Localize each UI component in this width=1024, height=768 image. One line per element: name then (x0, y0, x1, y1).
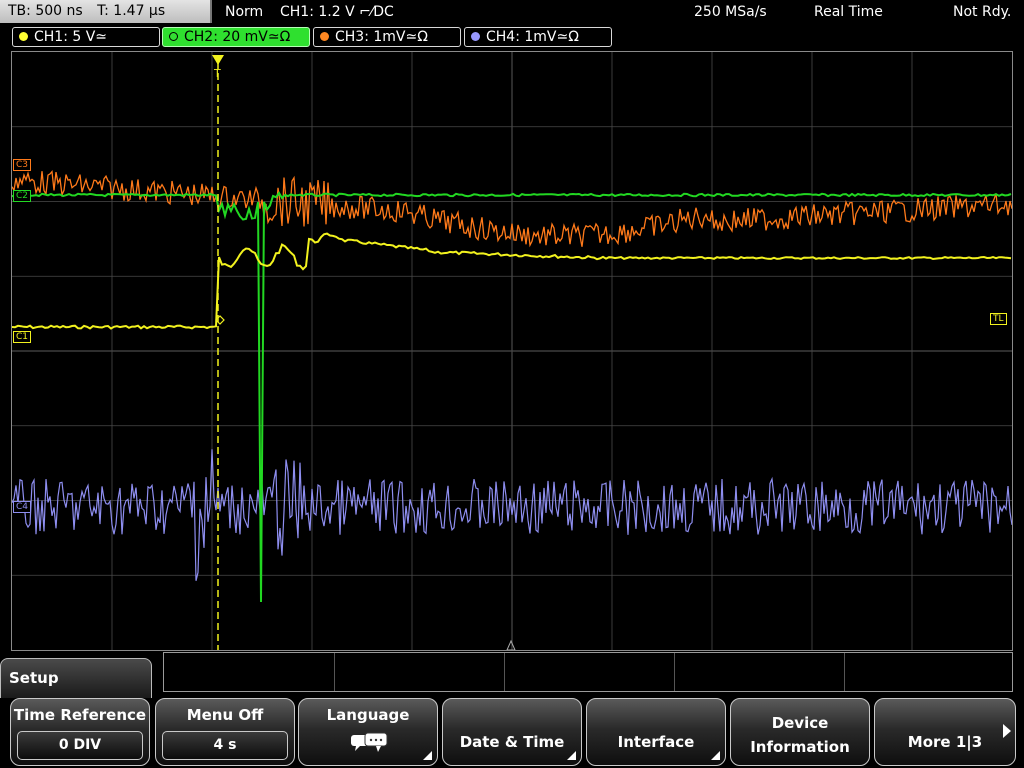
horizontal-center-marker (506, 639, 516, 650)
trigger-time-value: T: 1.47 µs (97, 3, 166, 19)
device-information-button[interactable]: Device Information (730, 698, 870, 766)
menu-off-button[interactable]: Menu Off 4 s (155, 698, 295, 766)
ch3-color-dot (320, 32, 329, 41)
info-strip (163, 652, 1013, 692)
trigger-position-label: T (213, 67, 221, 80)
more-label: More 1|3 (907, 733, 983, 751)
strip-divider (844, 653, 845, 691)
device-information-line2: Information (750, 738, 850, 756)
right-arrow-icon (1003, 724, 1011, 738)
submenu-indicator-icon (711, 751, 720, 760)
language-label: Language (326, 706, 410, 724)
ch1-color-dot (19, 32, 28, 41)
device-information-label: Device Information (731, 711, 869, 759)
date-time-button[interactable]: Date & Time (442, 698, 582, 766)
time-reference-value[interactable]: 0 DIV (17, 731, 143, 760)
time-reference-label: Time Reference (13, 706, 147, 724)
submenu-indicator-icon (423, 751, 432, 760)
waveform-canvas: T (12, 52, 1012, 650)
sample-rate: 250 MSa/s (694, 4, 767, 20)
submenu-indicator-icon (567, 751, 576, 760)
channel-tab-ch1[interactable]: CH1: 5 V≃ (12, 27, 160, 47)
interface-button[interactable]: Interface (586, 698, 726, 766)
ch1-ground-marker[interactable]: C1 (13, 331, 32, 343)
timebase-value: TB: 500 ns (8, 3, 83, 19)
strip-divider (674, 653, 675, 691)
interface-label: Interface (617, 733, 695, 751)
more-button[interactable]: More 1|3 (874, 698, 1016, 766)
date-time-label: Date & Time (459, 733, 565, 751)
ch3-ground-marker[interactable]: C3 (13, 159, 32, 171)
graticule (12, 52, 1012, 650)
ch3-label: CH3: 1mV≃Ω (335, 29, 428, 45)
ch4-ground-marker[interactable]: C4 (13, 501, 32, 513)
ch2-color-dot (169, 32, 178, 41)
speech-bubbles-icon (351, 732, 388, 752)
ch2-label: CH2: 20 mV≃Ω (184, 29, 291, 45)
ch1-label: CH1: 5 V≃ (34, 29, 108, 45)
channel-tab-ch4[interactable]: CH4: 1mV≃Ω (464, 27, 612, 47)
trigger-mode[interactable]: Norm (225, 0, 263, 24)
channel-tab-ch3[interactable]: CH3: 1mV≃Ω (313, 27, 461, 47)
strip-divider (334, 653, 335, 691)
channel-tab-ch2[interactable]: CH2: 20 mV≃Ω (162, 27, 310, 47)
trigger-info[interactable]: CH1: 1.2 V ⌐⁄DC (280, 0, 394, 24)
timebase-box[interactable]: TB: 500 ns T: 1.47 µs (0, 0, 212, 23)
ch4-label: CH4: 1mV≃Ω (486, 29, 579, 45)
ready-state: Not Rdy. (953, 4, 1012, 20)
menu-title-setup: Setup (0, 658, 152, 698)
menu-off-value[interactable]: 4 s (162, 731, 288, 760)
acquisition-mode: Real Time (814, 4, 883, 20)
menu-off-label: Menu Off (186, 706, 264, 724)
trigger-position-arrow[interactable] (212, 55, 224, 65)
language-button[interactable]: Language (298, 698, 438, 766)
trigger-level-marker[interactable]: TL (990, 313, 1007, 325)
time-reference-button[interactable]: Time Reference 0 DIV (10, 698, 150, 766)
waveform-display[interactable]: T C3 C2 C1 C4 TL (11, 51, 1013, 651)
ch4-color-dot (471, 32, 480, 41)
ch2-ground-marker[interactable]: C2 (13, 190, 32, 202)
device-information-line1: Device (771, 714, 829, 732)
status-bar: TB: 500 ns T: 1.47 µs Norm CH1: 1.2 V ⌐⁄… (0, 0, 1024, 24)
strip-divider (504, 653, 505, 691)
